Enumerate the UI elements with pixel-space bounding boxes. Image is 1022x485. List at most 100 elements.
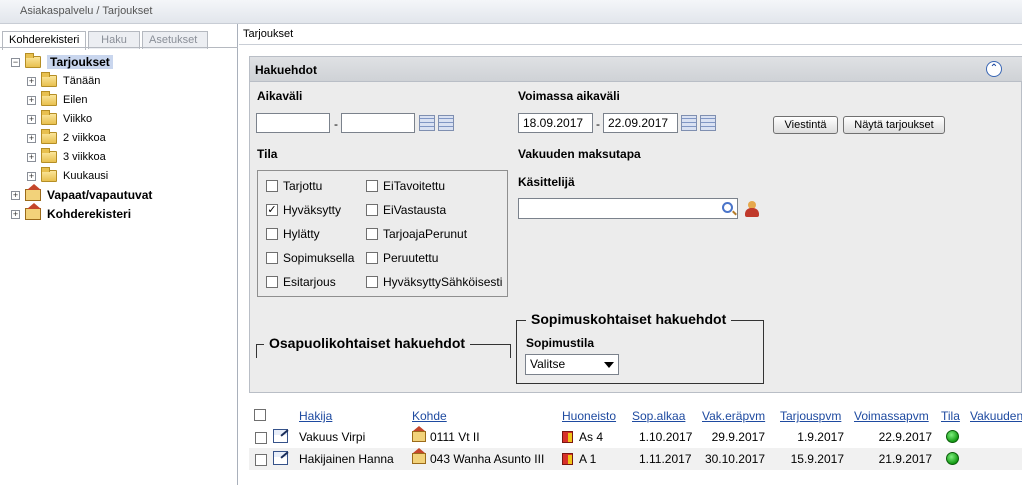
expand-icon[interactable]: +	[27, 114, 36, 124]
tila-option-eitavoitettu[interactable]: EiTavoitettu	[366, 179, 445, 193]
sopimustila-select[interactable]: Valitse	[525, 354, 619, 375]
calendar-icon[interactable]	[419, 115, 435, 131]
row-checkbox[interactable]	[255, 432, 267, 444]
column-hakija[interactable]: Hakija	[299, 409, 332, 423]
checkbox[interactable]	[366, 204, 378, 216]
option-label: HyväksyttySähköisesti	[383, 275, 503, 289]
kasittelija-input[interactable]	[518, 198, 738, 219]
cell-voimassapvm: 21.9.2017	[878, 452, 932, 466]
search-folder-icon	[25, 53, 41, 68]
user-icon[interactable]	[745, 201, 759, 217]
checkbox[interactable]	[366, 276, 378, 288]
folder-icon	[41, 148, 57, 163]
expand-icon[interactable]: +	[11, 209, 20, 219]
folder-icon	[41, 167, 57, 182]
kasittelija-label: Käsittelijä	[518, 175, 575, 189]
collapse-icon[interactable]: −	[11, 57, 20, 67]
table-row[interactable]: Vakuus Virpi 0111 Vt II As 4 1.10.2017 2…	[249, 426, 1022, 448]
calendar-icon[interactable]	[681, 115, 697, 131]
tila-option-esitarjous[interactable]: Esitarjous	[266, 275, 336, 289]
option-label: TarjoajaPerunut	[383, 227, 468, 241]
folder-icon	[41, 91, 57, 106]
option-label: Hylätty	[283, 227, 320, 241]
search-icon[interactable]	[722, 202, 733, 213]
column-tila[interactable]: Tila	[941, 409, 960, 423]
tila-option-tarjoajaperunut[interactable]: TarjoajaPerunut	[366, 227, 467, 241]
kohde-label: 0111 Vt II	[430, 430, 480, 444]
checkbox[interactable]	[266, 276, 278, 288]
checkbox-checked[interactable]: ✓	[266, 204, 278, 216]
edit-icon[interactable]	[273, 429, 288, 443]
checkbox[interactable]	[266, 180, 278, 192]
cell-kohde[interactable]: 043 Wanha Asunto III	[412, 448, 544, 466]
tree-item-kohderekisteri[interactable]: + Kohderekisteri	[11, 203, 132, 222]
tila-option-sopimuksella[interactable]: Sopimuksella	[266, 251, 354, 265]
huoneisto-label: As 4	[579, 430, 604, 444]
checkbox[interactable]	[366, 228, 378, 240]
tree-item-2-viikkoa[interactable]: + 2 viikkoa	[27, 129, 106, 146]
tila-option-hyvaksytty[interactable]: ✓ Hyväksytty	[266, 203, 341, 217]
column-voimassapvm[interactable]: Voimassapvm	[854, 409, 929, 423]
checkbox[interactable]	[266, 228, 278, 240]
folder-icon	[41, 129, 57, 144]
house-icon	[412, 448, 426, 464]
expand-icon[interactable]: +	[27, 95, 36, 105]
column-huoneisto[interactable]: Huoneisto	[562, 409, 616, 423]
tree-item-eilen[interactable]: + Eilen	[27, 91, 87, 108]
viestinta-button[interactable]: Viestintä	[773, 116, 838, 134]
aikavali-from-input[interactable]	[256, 113, 330, 133]
tila-option-eivastausta[interactable]: EiVastausta	[366, 203, 446, 217]
cell-hakija: Vakuus Virpi	[299, 430, 366, 444]
voimassa-from-input[interactable]	[518, 113, 593, 133]
tree-root-tarjoukset[interactable]: − Tarjoukset	[11, 53, 113, 70]
calendar-icon[interactable]	[700, 115, 716, 131]
checkbox[interactable]	[266, 252, 278, 264]
column-vakuuden[interactable]: Vakuuden	[970, 409, 1022, 423]
calendar-icon[interactable]	[438, 115, 454, 131]
column-sop-alkaa[interactable]: Sop.alkaa	[632, 409, 685, 423]
tree-item-tanaan[interactable]: + Tänään	[27, 72, 100, 89]
checkbox[interactable]	[366, 252, 378, 264]
option-label: EiVastausta	[383, 203, 447, 217]
row-checkbox[interactable]	[255, 454, 267, 466]
nayta-tarjoukset-button[interactable]: Näytä tarjoukset	[843, 116, 945, 134]
tila-option-hylatty[interactable]: Hylätty	[266, 227, 320, 241]
tree-label: 2 viikkoa	[63, 132, 106, 144]
expand-icon[interactable]: +	[27, 133, 36, 143]
tree-item-viikko[interactable]: + Viikko	[27, 110, 92, 127]
column-kohde[interactable]: Kohde	[412, 409, 447, 423]
tila-option-hyvaksyttysahkoisesti[interactable]: HyväksyttySähköisesti	[366, 275, 502, 289]
aikavali-to-input[interactable]	[341, 113, 415, 133]
search-panel-header: Hakuehdot ⌃	[250, 57, 1022, 82]
expand-icon[interactable]: +	[27, 76, 36, 86]
column-tarjouspvm[interactable]: Tarjouspvm	[780, 409, 841, 423]
edit-icon[interactable]	[273, 451, 288, 465]
cell-huoneisto[interactable]: A 1	[562, 452, 596, 466]
expand-icon[interactable]: +	[27, 152, 36, 162]
column-vak-erapvm[interactable]: Vak.eräpvm	[702, 409, 765, 423]
osapuoli-legend[interactable]: Osapuolikohtaiset hakuehdot	[264, 335, 471, 351]
cell-huoneisto[interactable]: As 4	[562, 430, 603, 444]
cell-tarjouspvm: 15.9.2017	[790, 452, 844, 466]
dash: -	[596, 117, 600, 131]
tila-option-tarjottu[interactable]: Tarjottu	[266, 179, 322, 193]
sopimus-legend[interactable]: Sopimuskohtaiset hakuehdot	[526, 311, 732, 327]
tree-item-kuukausi[interactable]: + Kuukausi	[27, 167, 108, 184]
apartment-icon	[562, 431, 573, 443]
checkbox[interactable]	[366, 180, 378, 192]
tree-label: Vapaat/vapautuvat	[47, 188, 153, 202]
tila-option-peruutettu[interactable]: Peruutettu	[366, 251, 438, 265]
expand-icon[interactable]: +	[11, 190, 20, 200]
cell-kohde[interactable]: 0111 Vt II	[412, 426, 480, 444]
tila-label: Tila	[257, 147, 278, 161]
collapse-up-icon[interactable]: ⌃	[986, 61, 1002, 77]
expand-icon[interactable]: +	[27, 171, 36, 181]
select-all-checkbox[interactable]	[254, 409, 266, 421]
tree-item-vapaat[interactable]: + Vapaat/vapautuvat	[11, 184, 153, 203]
table-row[interactable]: Hakijainen Hanna 043 Wanha Asunto III A …	[249, 448, 1022, 470]
option-label: EiTavoitettu	[383, 179, 446, 193]
tree-item-3-viikkoa[interactable]: + 3 viikkoa	[27, 148, 106, 165]
page-title: Tarjoukset	[243, 28, 294, 40]
tree-label: Kohderekisteri	[47, 207, 132, 221]
voimassa-to-input[interactable]	[603, 113, 678, 133]
